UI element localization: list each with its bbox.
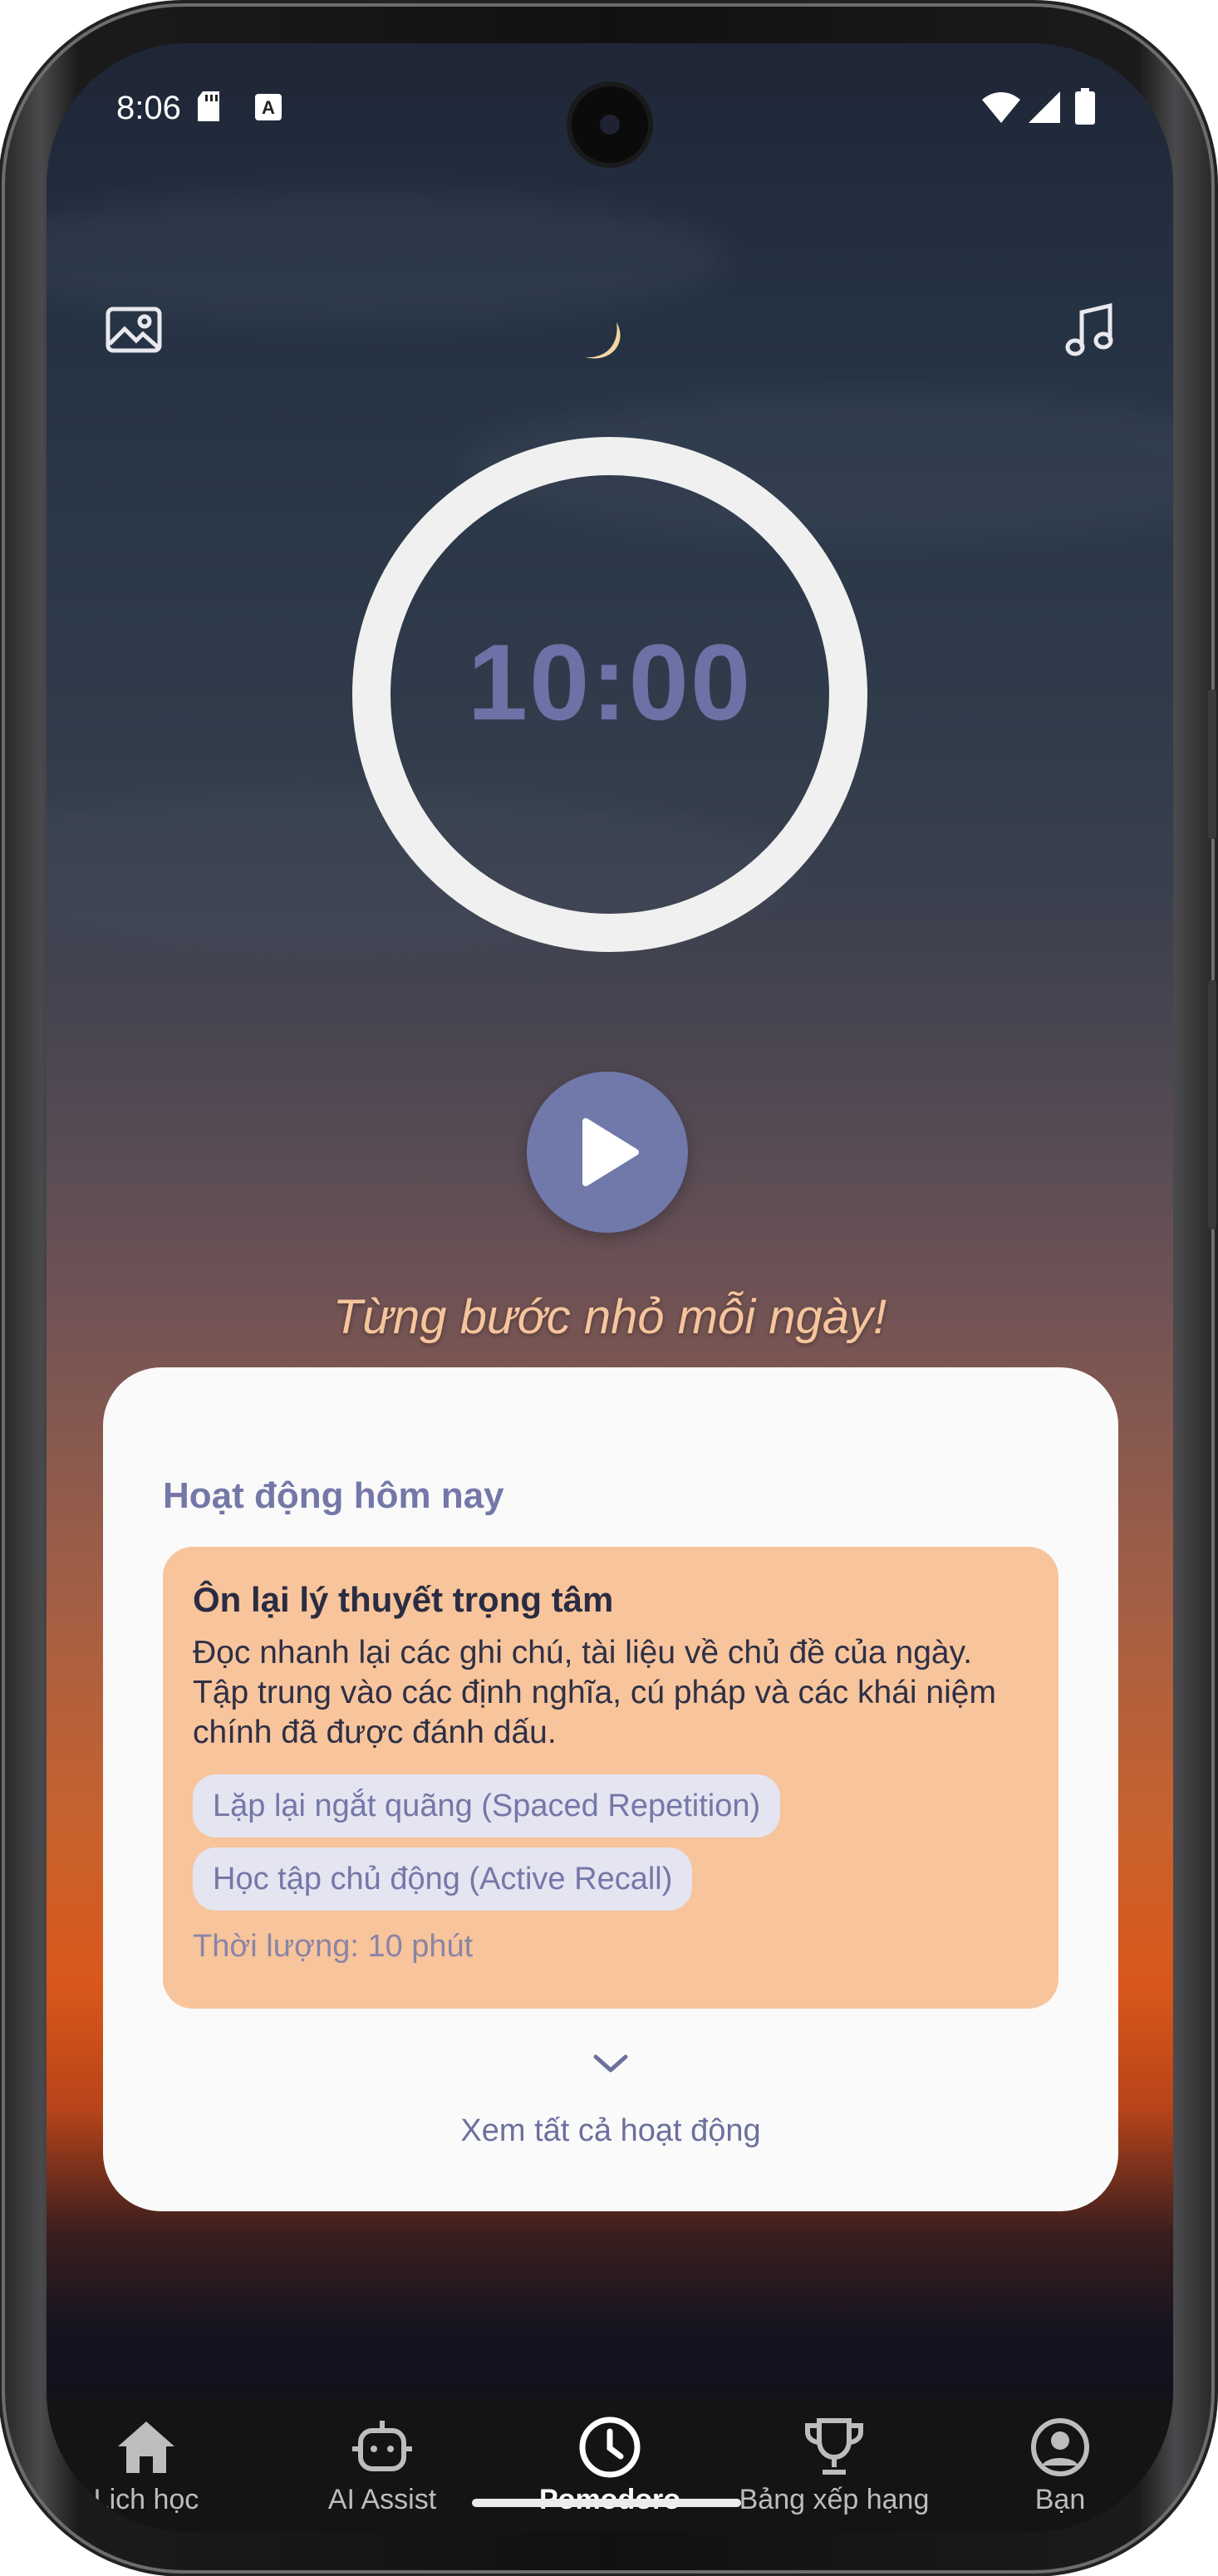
nav-label: Bạn bbox=[1034, 2484, 1086, 2515]
activity-duration: Thời lượng: 10 phút bbox=[193, 1929, 474, 1964]
motivation-text: Từng bước nhỏ mỗi ngày! bbox=[332, 1290, 887, 1344]
app-screen: 8:06 A 10:00 Từng bước nhỏ mỗi ngày! Hoạ… bbox=[47, 43, 1173, 2532]
profile-icon bbox=[952, 2414, 1168, 2480]
activities-heading: Hoạt động hôm nay bbox=[163, 1475, 504, 1516]
nav-item-ai-assist[interactable]: AI Assist bbox=[274, 2414, 490, 2516]
chevron-down-icon[interactable] bbox=[586, 2047, 636, 2084]
timer-ring: 10:00 bbox=[352, 437, 867, 952]
activity-item[interactable]: Ôn lại lý thuyết trọng tâm Đọc nhanh lại… bbox=[163, 1547, 1058, 2009]
nav-label: Lịch học bbox=[93, 2484, 199, 2515]
front-camera bbox=[572, 86, 648, 163]
activity-title: Ôn lại lý thuyết trọng tâm bbox=[193, 1580, 614, 1619]
sd-card-icon bbox=[196, 90, 221, 127]
trophy-icon bbox=[726, 2414, 942, 2480]
battery-icon bbox=[1075, 88, 1095, 129]
power-button bbox=[1208, 689, 1216, 839]
robot-icon bbox=[274, 2414, 490, 2480]
image-icon[interactable] bbox=[105, 301, 163, 359]
play-button[interactable] bbox=[527, 1072, 688, 1233]
volume-button bbox=[1208, 980, 1216, 1229]
status-time: 8:06 bbox=[116, 90, 181, 126]
clock-icon bbox=[502, 2414, 718, 2480]
nav-item-profile[interactable]: Bạn bbox=[952, 2414, 1168, 2516]
keyboard-a-icon: A bbox=[254, 93, 282, 125]
svg-text:A: A bbox=[262, 97, 275, 118]
cell-signal-icon bbox=[1029, 91, 1060, 127]
home-icon bbox=[47, 2414, 254, 2480]
nav-item-leaderboard[interactable]: Bảng xếp hạng bbox=[726, 2414, 942, 2516]
moon-image bbox=[578, 317, 628, 371]
bottom-navigation: Lịch học AI Assist Pomodoro bbox=[47, 2399, 1173, 2532]
nav-label: Bảng xếp hạng bbox=[739, 2484, 930, 2515]
activity-tag: Học tập chủ động (Active Recall) bbox=[193, 1847, 693, 1911]
see-all-activities-link[interactable]: Xem tất cả hoạt động bbox=[103, 2113, 1118, 2149]
timer-display: 10:00 bbox=[467, 621, 753, 743]
home-indicator[interactable] bbox=[472, 2499, 741, 2507]
activity-tag: Lặp lại ngắt quãng (Spaced Repetition) bbox=[193, 1774, 781, 1838]
wifi-icon bbox=[982, 91, 1020, 127]
nav-item-schedule[interactable]: Lịch học bbox=[47, 2414, 254, 2516]
music-note-icon[interactable] bbox=[1060, 301, 1118, 359]
activity-description: Đọc nhanh lại các ghi chú, tài liệu về c… bbox=[193, 1635, 996, 1750]
activities-card: Hoạt động hôm nay Ôn lại lý thuyết trọng… bbox=[103, 1367, 1118, 2211]
play-icon bbox=[582, 1118, 639, 1186]
nav-label: AI Assist bbox=[327, 2484, 437, 2515]
